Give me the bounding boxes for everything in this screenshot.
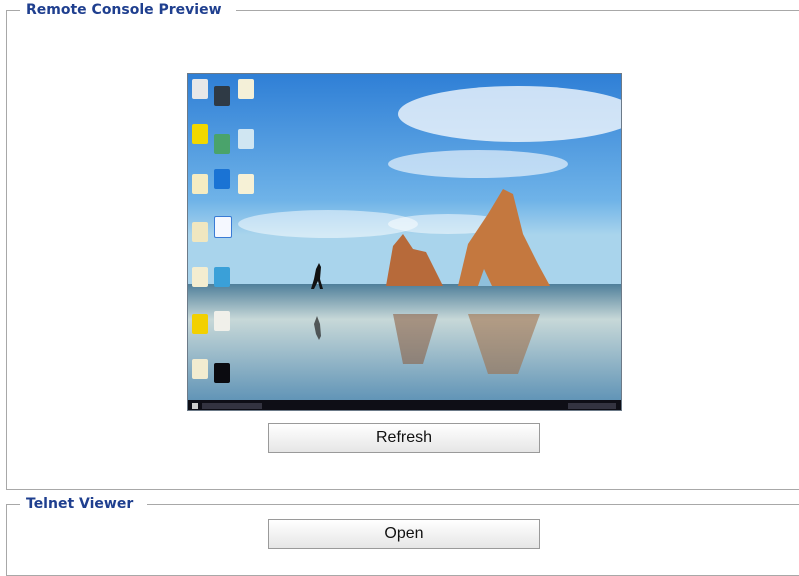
folder-green-icon	[214, 134, 230, 154]
remote-console-screenshot	[187, 73, 622, 411]
document-icon	[192, 174, 208, 194]
document-icon	[192, 359, 208, 379]
document-icon	[238, 79, 254, 99]
document-icon	[238, 129, 254, 149]
desktop-wallpaper	[188, 74, 621, 410]
app-blue-icon	[214, 169, 230, 189]
document-icon	[192, 222, 208, 242]
app-yellow-icon	[192, 314, 208, 334]
open-button[interactable]: Open	[268, 519, 540, 549]
refresh-button[interactable]: Refresh	[268, 423, 540, 453]
terminal-icon	[214, 363, 230, 383]
pdf-icon	[214, 216, 232, 238]
app-icon	[214, 267, 230, 287]
recycle-bin-icon	[192, 79, 208, 99]
document-icon	[238, 174, 254, 194]
app-yellow-icon	[192, 124, 208, 144]
telnet-viewer-title: Telnet Viewer	[26, 496, 134, 512]
desktop-shortcut-icon	[214, 86, 230, 106]
remote-console-preview-title: Remote Console Preview	[26, 2, 222, 18]
document-icon	[192, 267, 208, 287]
document-icon	[214, 311, 230, 331]
